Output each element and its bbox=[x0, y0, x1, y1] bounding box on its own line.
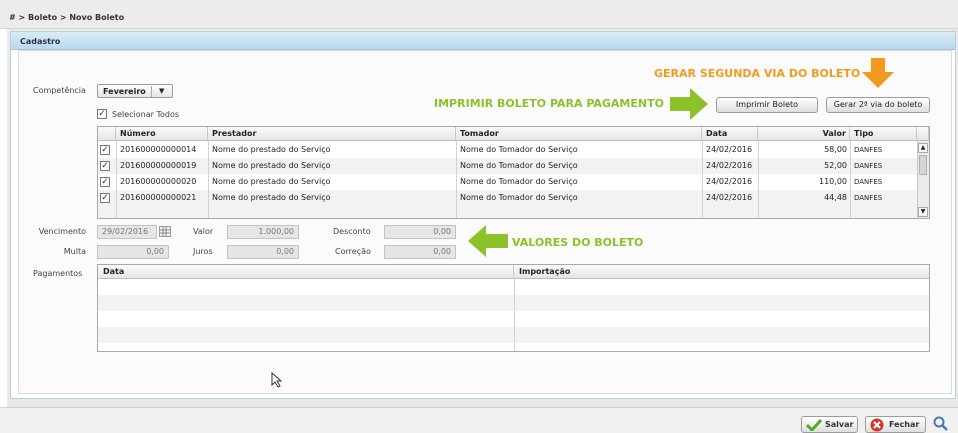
correcao-field[interactable]: 0,00 bbox=[384, 245, 456, 259]
table-row[interactable] bbox=[98, 206, 917, 218]
row-checkbox[interactable]: ✓ bbox=[100, 145, 110, 155]
green-arrow-left-icon bbox=[468, 225, 508, 257]
fechar-button[interactable]: Fechar bbox=[865, 416, 926, 433]
multa-label: Multa bbox=[63, 247, 86, 256]
cell-numero: 201600000000019 bbox=[120, 161, 197, 170]
cell-valor: 52,00 bbox=[824, 161, 847, 170]
table-header-valor[interactable]: Valor bbox=[758, 127, 850, 141]
pagamentos-header-data[interactable]: Data bbox=[98, 265, 514, 279]
cell-prestador: Nome do prestado do Serviço bbox=[212, 145, 331, 154]
competencia-label: Competência bbox=[33, 86, 86, 95]
cell-tomador: Nome do Tomador do Serviço bbox=[460, 145, 578, 154]
cell-prestador: Nome do prestado do Serviço bbox=[212, 161, 331, 170]
valor-field[interactable]: 1.000,00 bbox=[227, 225, 299, 239]
imprimir-boleto-button[interactable]: Imprimir Boleto bbox=[716, 97, 818, 113]
annotation-valores: VALORES DO BOLETO bbox=[512, 236, 644, 249]
cell-prestador: Nome do prestado do Serviço bbox=[212, 177, 331, 186]
column-divider bbox=[702, 141, 703, 218]
cell-data: 24/02/2016 bbox=[706, 145, 753, 154]
panel-header bbox=[11, 32, 955, 50]
table-header-numero[interactable]: Número bbox=[116, 127, 208, 141]
annotation-imprimir: IMPRIMIR BOLETO PARA PAGAMENTO bbox=[434, 97, 664, 110]
juros-field[interactable]: 0,00 bbox=[227, 245, 299, 259]
annotation-gerar: GERAR SEGUNDA VIA DO BOLETO bbox=[654, 67, 861, 80]
table-header-tipo[interactable]: Tipo bbox=[850, 127, 917, 141]
table-header-tomador[interactable]: Tomador bbox=[456, 127, 702, 141]
cell-tomador: Nome do Tomador do Serviço bbox=[460, 161, 578, 170]
vencimento-field[interactable]: 29/02/2016 bbox=[97, 225, 157, 239]
scroll-down-icon[interactable]: ▼ bbox=[918, 207, 928, 217]
desconto-field[interactable]: 0,00 bbox=[384, 225, 456, 239]
salvar-button[interactable]: Salvar bbox=[801, 416, 858, 433]
row-checkbox[interactable]: ✓ bbox=[100, 193, 110, 203]
table-header-prestador[interactable]: Prestador bbox=[208, 127, 456, 141]
competencia-select[interactable]: Fevereiro ▼ bbox=[97, 84, 173, 98]
column-divider bbox=[758, 141, 759, 218]
panel-title: Cadastro bbox=[20, 37, 61, 46]
cell-tomador: Nome do Tomador do Serviço bbox=[460, 193, 578, 202]
cell-data: 24/02/2016 bbox=[706, 193, 753, 202]
table-row[interactable]: ✓ 201600000000019 Nome do prestado do Serv… bbox=[98, 158, 917, 174]
cell-tipo: DANFES bbox=[854, 162, 883, 170]
table-header-data[interactable]: Data bbox=[702, 127, 758, 141]
multa-field[interactable]: 0,00 bbox=[97, 245, 169, 259]
mouse-cursor-icon bbox=[271, 372, 283, 388]
vencimento-label: Vencimento bbox=[38, 227, 86, 236]
fechar-label: Fechar bbox=[889, 420, 920, 429]
cell-data: 24/02/2016 bbox=[706, 177, 753, 186]
correcao-label: Correção bbox=[335, 247, 371, 256]
competencia-value: Fevereiro bbox=[103, 87, 146, 96]
row-checkbox[interactable]: ✓ bbox=[100, 161, 110, 171]
select-divider bbox=[151, 86, 152, 97]
valor-label: Valor bbox=[193, 227, 214, 236]
row-checkbox[interactable]: ✓ bbox=[100, 177, 110, 187]
select-all-checkbox[interactable]: ✓ bbox=[97, 109, 107, 119]
desconto-label: Desconto bbox=[333, 227, 371, 236]
cell-numero: 201600000000020 bbox=[120, 177, 197, 186]
cell-tipo: DANFES bbox=[854, 194, 883, 202]
scrollbar-thumb[interactable] bbox=[919, 155, 927, 175]
column-divider bbox=[208, 141, 209, 218]
pagamentos-header-importacao[interactable]: Importação bbox=[514, 265, 929, 279]
cell-tipo: DANFES bbox=[854, 178, 883, 186]
green-arrow-right-icon bbox=[670, 88, 708, 120]
table-header-check bbox=[98, 127, 116, 141]
table-row[interactable]: ✓ 201600000000021 Nome do prestado do Serv… bbox=[98, 190, 917, 206]
cell-tipo: DANFES bbox=[854, 146, 883, 154]
column-divider bbox=[116, 141, 117, 218]
cell-data: 24/02/2016 bbox=[706, 161, 753, 170]
cell-valor: 58,00 bbox=[824, 145, 847, 154]
table-header-corner bbox=[917, 127, 929, 141]
save-check-icon bbox=[806, 419, 822, 431]
cell-numero: 201600000000014 bbox=[120, 145, 197, 154]
table-row[interactable]: ✓ 201600000000020 Nome do prestado do Serv… bbox=[98, 174, 917, 190]
cell-valor: 110,00 bbox=[819, 177, 847, 186]
cell-tomador: Nome do Tomador do Serviço bbox=[460, 177, 578, 186]
breadcrumb: # > Boleto > Novo Boleto bbox=[9, 13, 125, 22]
select-all-label: Selecionar Todos bbox=[112, 110, 180, 119]
juros-label: Juros bbox=[193, 247, 213, 256]
table-row[interactable]: ✓ 201600000000014 Nome do prestado do Serv… bbox=[98, 142, 917, 158]
salvar-label: Salvar bbox=[825, 420, 854, 429]
scroll-up-icon[interactable]: ▲ bbox=[918, 143, 928, 153]
dropdown-arrow-icon: ▼ bbox=[159, 87, 165, 95]
cell-valor: 44,48 bbox=[824, 193, 847, 202]
pagamentos-label: Pagamentos bbox=[33, 269, 83, 278]
column-divider bbox=[456, 141, 457, 218]
close-icon bbox=[870, 418, 884, 432]
cell-prestador: Nome do prestado do Serviço bbox=[212, 193, 331, 202]
cell-numero: 201600000000021 bbox=[120, 193, 197, 202]
breadcrumb-bar bbox=[0, 0, 958, 29]
column-divider bbox=[850, 141, 851, 218]
zoom-icon[interactable] bbox=[933, 416, 949, 432]
orange-arrow-down-icon bbox=[862, 58, 894, 88]
gerar-2a-via-button[interactable]: Gerar 2ª via do boleto bbox=[826, 97, 930, 113]
column-divider bbox=[514, 279, 515, 351]
calendar-icon[interactable] bbox=[159, 226, 171, 237]
